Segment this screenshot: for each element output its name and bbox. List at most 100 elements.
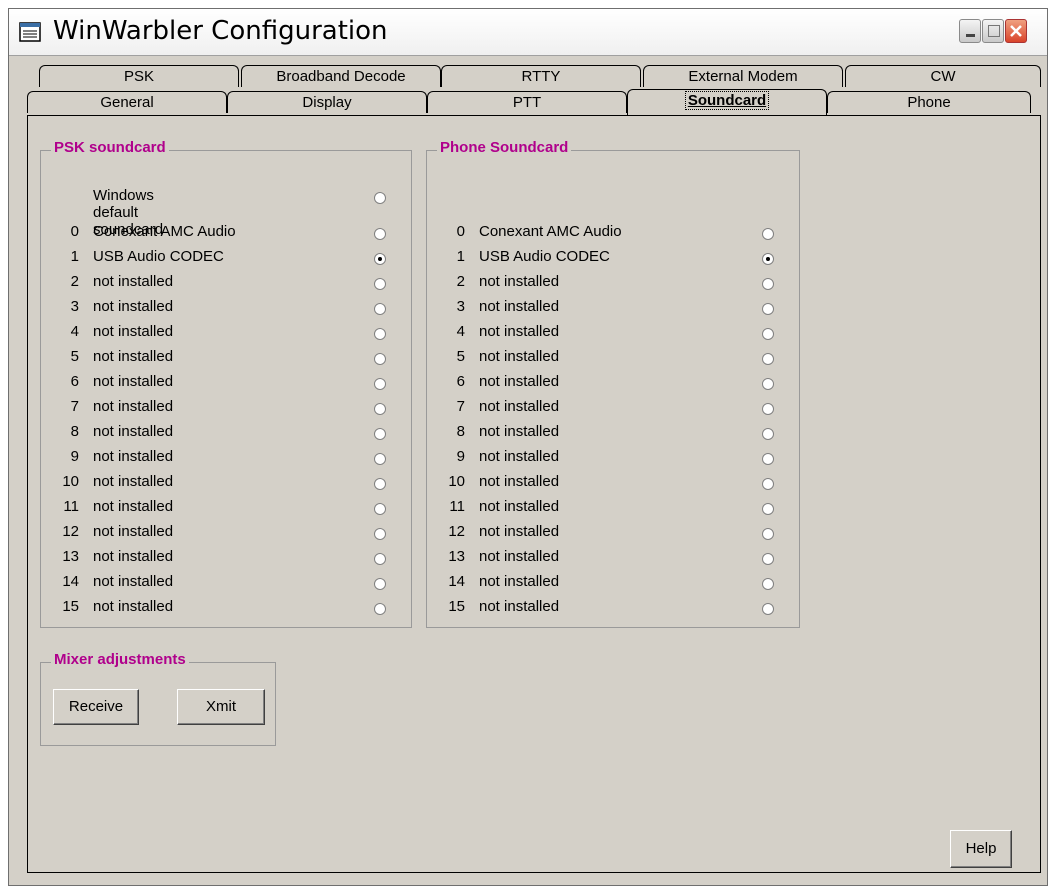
device-radio[interactable] <box>374 578 386 590</box>
device-radio[interactable] <box>762 278 774 290</box>
tab-soundcard[interactable]: Soundcard <box>627 89 827 115</box>
device-row[interactable]: 4 not installed <box>435 323 735 343</box>
device-radio[interactable] <box>374 228 386 240</box>
device-radio[interactable] <box>762 503 774 515</box>
device-radio[interactable] <box>374 428 386 440</box>
device-row[interactable]: 6 not installed <box>435 373 735 393</box>
device-name: not installed <box>479 323 560 340</box>
device-name: not installed <box>479 398 560 415</box>
device-row[interactable]: 1 USB Audio CODEC <box>49 248 349 268</box>
device-radio[interactable] <box>762 228 774 240</box>
device-row[interactable]: 9 not installed <box>49 448 349 468</box>
tab-label: External Modem <box>688 68 798 85</box>
device-row[interactable]: 15 not installed <box>49 598 349 618</box>
tab-psk[interactable]: PSK <box>39 65 239 87</box>
device-radio[interactable] <box>374 453 386 465</box>
device-row[interactable]: 6 not installed <box>49 373 349 393</box>
device-radio[interactable] <box>374 603 386 615</box>
device-radio[interactable] <box>762 478 774 490</box>
device-name: not installed <box>479 373 560 390</box>
device-radio[interactable] <box>374 353 386 365</box>
device-radio[interactable] <box>762 603 774 615</box>
tab-rtty[interactable]: RTTY <box>441 65 641 87</box>
device-name: not installed <box>93 573 174 590</box>
device-row[interactable]: 15 not installed <box>435 598 735 618</box>
device-row[interactable]: 1 USB Audio CODEC <box>435 248 735 268</box>
device-row[interactable]: 8 not installed <box>435 423 735 443</box>
psk-soundcard-group: PSK soundcard Windows default soundcard … <box>40 139 412 628</box>
device-row[interactable]: 7 not installed <box>435 398 735 418</box>
device-radio[interactable] <box>374 278 386 290</box>
device-row[interactable]: 14 not installed <box>435 573 735 593</box>
tab-phone[interactable]: Phone <box>827 91 1031 113</box>
tab-external-modem[interactable]: External Modem <box>643 65 843 87</box>
device-radio[interactable] <box>762 353 774 365</box>
device-row[interactable]: 11 not installed <box>49 498 349 518</box>
device-row[interactable]: 12 not installed <box>435 523 735 543</box>
device-radio[interactable] <box>762 528 774 540</box>
xmit-button[interactable]: Xmit <box>177 689 265 725</box>
device-name: not installed <box>479 598 560 615</box>
minimize-button[interactable] <box>959 19 981 43</box>
device-row[interactable]: 8 not installed <box>49 423 349 443</box>
device-index: 3 <box>70 298 79 315</box>
tab-ptt[interactable]: PTT <box>427 91 627 113</box>
device-radio[interactable] <box>374 553 386 565</box>
device-row[interactable]: 13 not installed <box>435 548 735 568</box>
close-button[interactable] <box>1005 19 1027 43</box>
device-row[interactable]: 4 not installed <box>49 323 349 343</box>
device-row[interactable]: 0 Conexant AMC Audio <box>435 223 735 243</box>
device-radio[interactable] <box>762 578 774 590</box>
device-radio[interactable] <box>762 428 774 440</box>
device-row[interactable]: 7 not installed <box>49 398 349 418</box>
device-radio[interactable] <box>762 253 774 265</box>
device-name: not installed <box>479 298 560 315</box>
tab-display[interactable]: Display <box>227 91 427 113</box>
device-row[interactable]: 10 not installed <box>49 473 349 493</box>
config-window: WinWarbler Configuration PSK Broadband De… <box>8 8 1048 886</box>
device-row[interactable]: 14 not installed <box>49 573 349 593</box>
windows-default-radio[interactable] <box>374 192 386 204</box>
device-name: not installed <box>93 273 174 290</box>
receive-button[interactable]: Receive <box>53 689 139 725</box>
device-radio[interactable] <box>374 403 386 415</box>
device-row[interactable]: 0 Conexant AMC Audio <box>49 223 349 243</box>
device-row[interactable]: 3 not installed <box>435 298 735 318</box>
device-row[interactable]: 13 not installed <box>49 548 349 568</box>
device-row[interactable]: 10 not installed <box>435 473 735 493</box>
device-index: 13 <box>62 548 79 565</box>
device-radio[interactable] <box>374 303 386 315</box>
device-radio[interactable] <box>374 528 386 540</box>
device-radio[interactable] <box>762 453 774 465</box>
maximize-button[interactable] <box>982 19 1004 43</box>
device-row[interactable]: 11 not installed <box>435 498 735 518</box>
device-radio[interactable] <box>374 478 386 490</box>
device-radio[interactable] <box>762 553 774 565</box>
device-row[interactable]: 9 not installed <box>435 448 735 468</box>
device-radio[interactable] <box>762 303 774 315</box>
device-row[interactable]: 2 not installed <box>435 273 735 293</box>
device-radio[interactable] <box>762 378 774 390</box>
device-radio[interactable] <box>762 403 774 415</box>
device-row[interactable]: 2 not installed <box>49 273 349 293</box>
tab-general[interactable]: General <box>27 91 227 113</box>
device-radio[interactable] <box>762 328 774 340</box>
tab-broadband-decode[interactable]: Broadband Decode <box>241 65 441 87</box>
device-radio[interactable] <box>374 378 386 390</box>
device-name: not installed <box>93 598 174 615</box>
device-row[interactable]: 3 not installed <box>49 298 349 318</box>
device-radio[interactable] <box>374 253 386 265</box>
help-button[interactable]: Help <box>950 830 1012 868</box>
device-index: 2 <box>70 273 79 290</box>
tab-label: Broadband Decode <box>276 68 406 85</box>
device-radio[interactable] <box>374 503 386 515</box>
device-name: not installed <box>93 498 174 515</box>
device-index: 11 <box>449 498 465 515</box>
device-index: 7 <box>70 398 79 415</box>
device-row[interactable]: 5 not installed <box>49 348 349 368</box>
device-row[interactable]: 5 not installed <box>435 348 735 368</box>
title-bar[interactable]: WinWarbler Configuration <box>9 9 1047 56</box>
tab-cw[interactable]: CW <box>845 65 1041 87</box>
device-radio[interactable] <box>374 328 386 340</box>
device-row[interactable]: 12 not installed <box>49 523 349 543</box>
